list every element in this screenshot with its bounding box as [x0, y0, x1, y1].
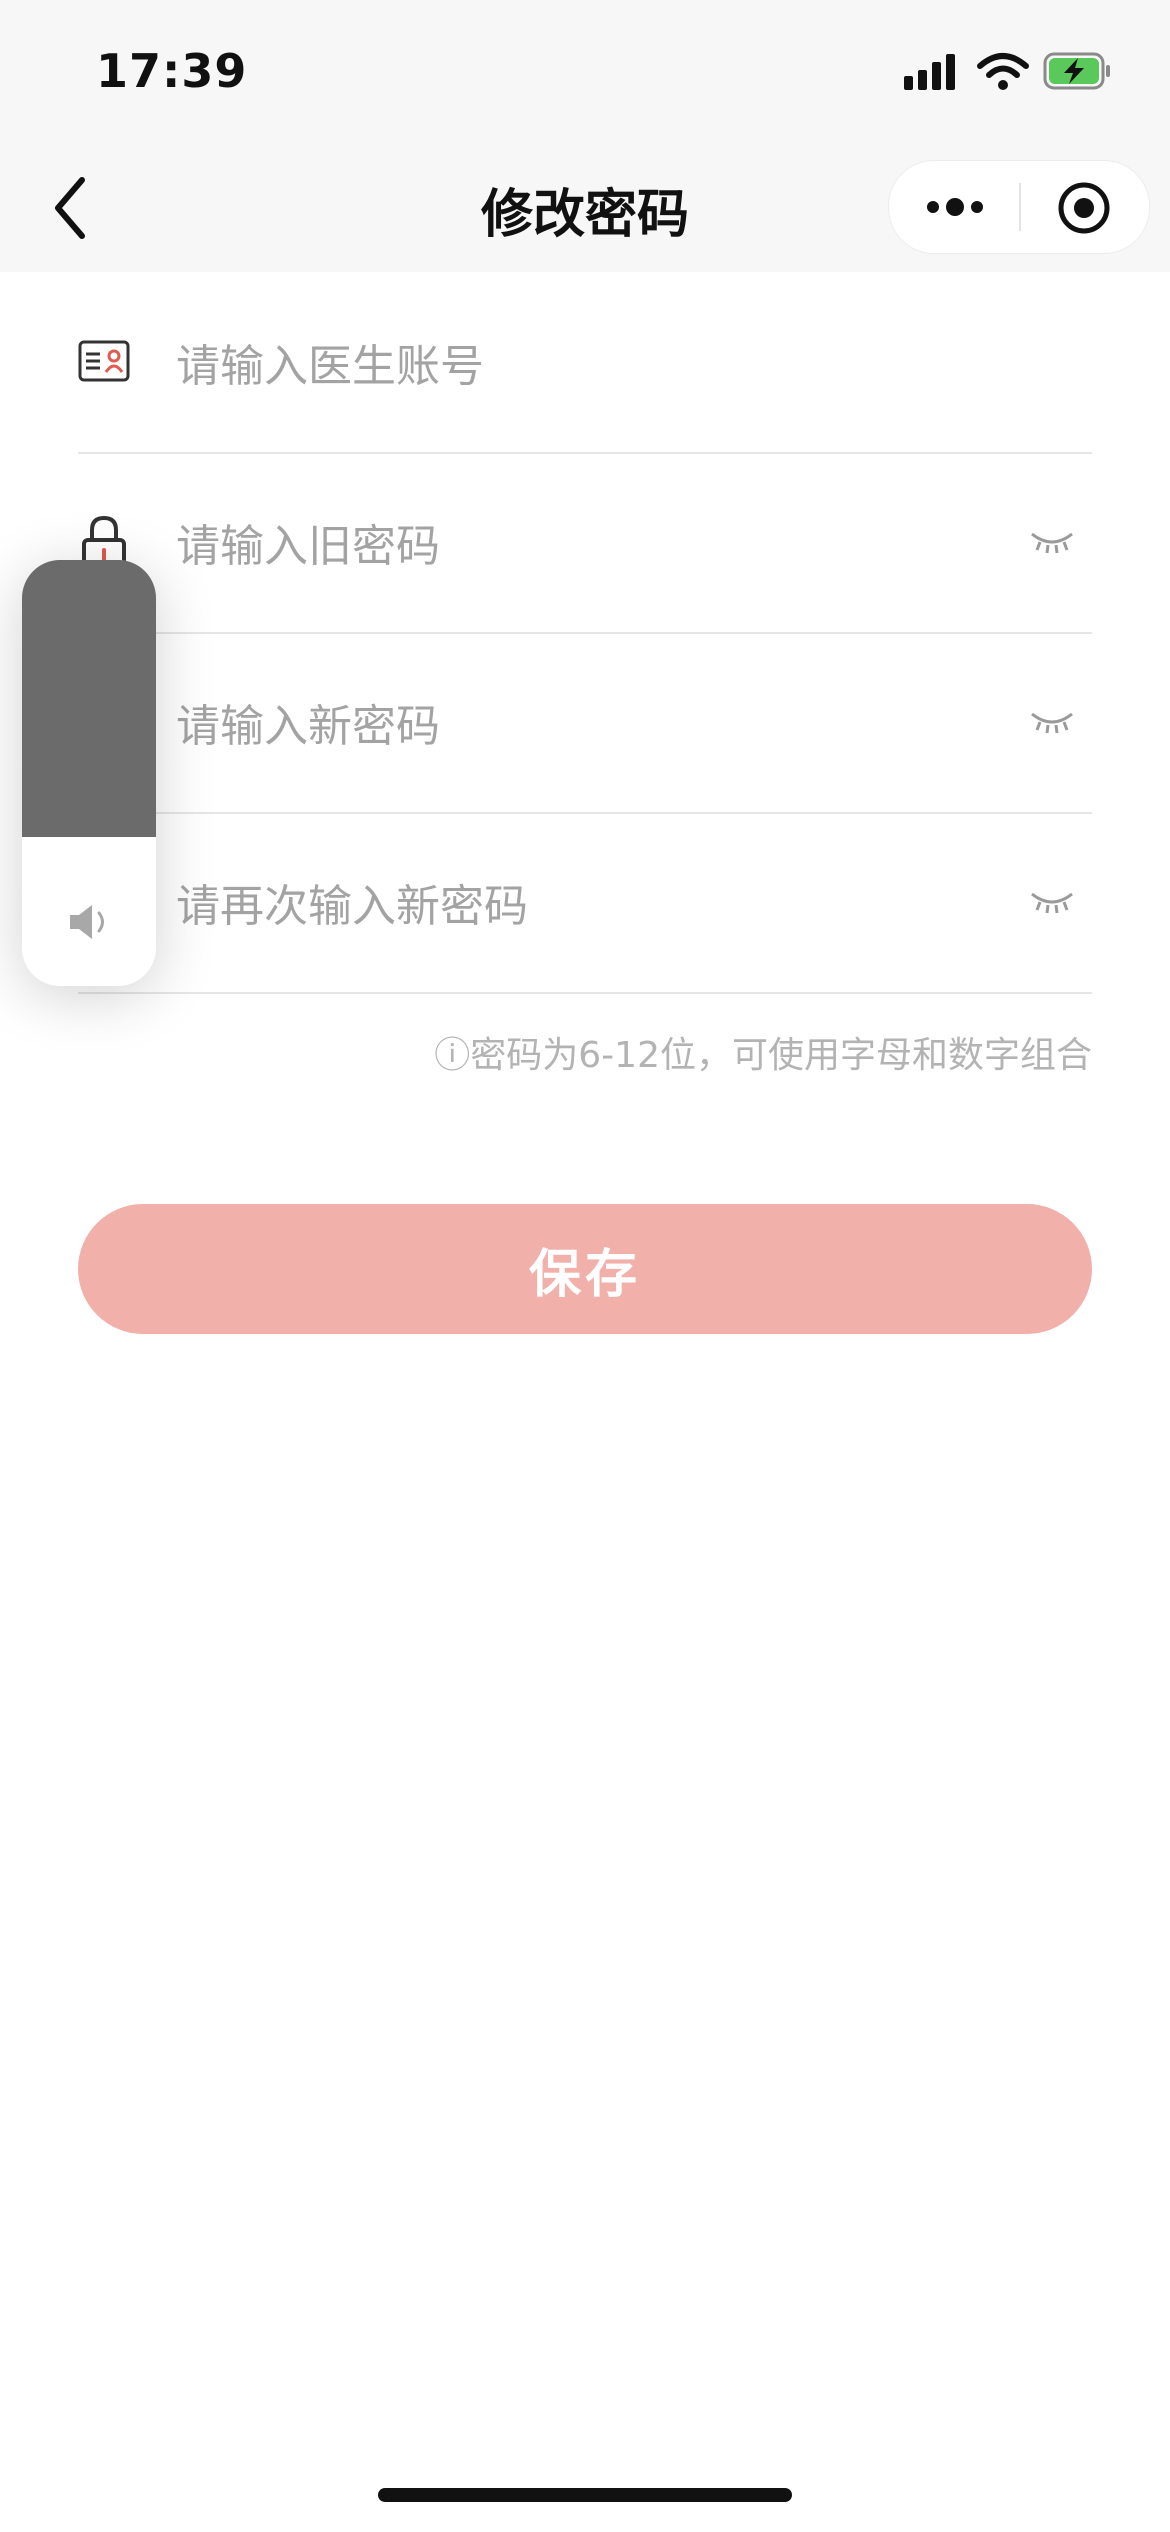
save-button[interactable]: 保存	[78, 1204, 1092, 1334]
cellular-signal-icon	[904, 54, 955, 90]
password-rule-hint: ⓘ密码为6-12位，可使用字母和数字组合	[434, 1035, 1092, 1076]
wifi-icon	[977, 53, 1029, 90]
confirm-password-input[interactable]: 请再次输入新密码	[176, 870, 528, 934]
more-dots-icon[interactable]	[925, 187, 989, 227]
status-icons	[904, 52, 1110, 90]
volume-level-fill	[22, 560, 156, 837]
id-card-icon	[78, 340, 130, 382]
mini-program-capsule	[888, 160, 1150, 254]
new-password-field[interactable]: 请输入新密码	[78, 632, 1092, 814]
eye-closed-icon[interactable]	[1028, 886, 1076, 916]
eye-closed-icon[interactable]	[1028, 706, 1076, 736]
battery-charging-icon	[1043, 52, 1110, 90]
old-password-field[interactable]: 请输入旧密码	[78, 452, 1092, 634]
volume-overlay	[22, 560, 156, 986]
old-password-input[interactable]: 请输入旧密码	[176, 510, 440, 574]
speaker-icon	[70, 905, 104, 939]
new-password-input[interactable]: 请输入新密码	[176, 690, 440, 754]
status-time: 17:39	[96, 44, 248, 98]
capsule-divider	[1019, 183, 1021, 231]
target-circle-icon[interactable]	[1057, 181, 1111, 235]
navigation-bar: 17:39 修改密码	[0, 0, 1170, 272]
confirm-password-field[interactable]: 请再次输入新密码	[78, 812, 1092, 994]
account-field[interactable]: 请输入医生账号	[78, 272, 1092, 454]
home-indicator	[378, 2488, 792, 2502]
account-input[interactable]: 请输入医生账号	[176, 330, 484, 394]
eye-closed-icon[interactable]	[1028, 526, 1076, 556]
